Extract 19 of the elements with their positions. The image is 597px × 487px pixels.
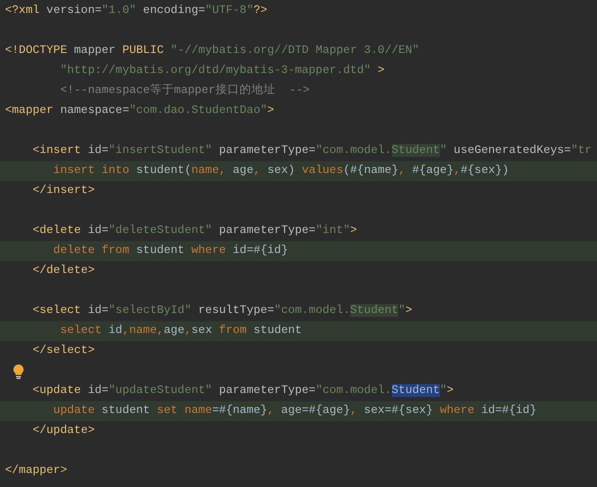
code-line: <update id="updateStudent" parameterType="com.model.Student"> xyxy=(32,383,454,399)
code-line: update student set name=#{name}, age=#{age}, sex=#{sex} where id=#{id} xyxy=(52,403,536,419)
code-line: select id,name,age,sex from student xyxy=(59,323,302,339)
code-line: </select> xyxy=(32,343,95,359)
code-line: </insert> xyxy=(32,183,95,199)
lightbulb-icon[interactable] xyxy=(13,364,24,378)
code-line: <delete id="deleteStudent" parameterType="int"> xyxy=(32,223,358,239)
code-line: <insert id="insertStudent" parameterType="com.model.Student" useGeneratedKeys="tr xyxy=(32,143,592,159)
code-line: insert into student(name, age, sex) values(#{name}, #{age},#{sex}) xyxy=(52,163,509,179)
code-line: </update> xyxy=(32,423,95,439)
code-line: <!DOCTYPE mapper PUBLIC "-//mybatis.org//DTD Mapper 3.0//EN" xyxy=(5,43,420,59)
code-line: "http://mybatis.org/dtd/mybatis-3-mapper.dtd" > xyxy=(59,63,385,79)
code-line: </mapper> xyxy=(5,463,68,479)
code-line: </delete> xyxy=(32,263,95,279)
code-line: <?xml version="1.0" encoding="UTF-8"?> xyxy=(5,3,268,19)
code-line: <mapper namespace="com.dao.StudentDao"> xyxy=(5,103,274,119)
code-line: <!--namespace等于mapper接口的地址 --> xyxy=(59,82,310,99)
code-line: delete from student where id=#{id} xyxy=(52,243,288,259)
code-line: <select id="selectById" resultType="com.model.Student"> xyxy=(32,303,412,319)
